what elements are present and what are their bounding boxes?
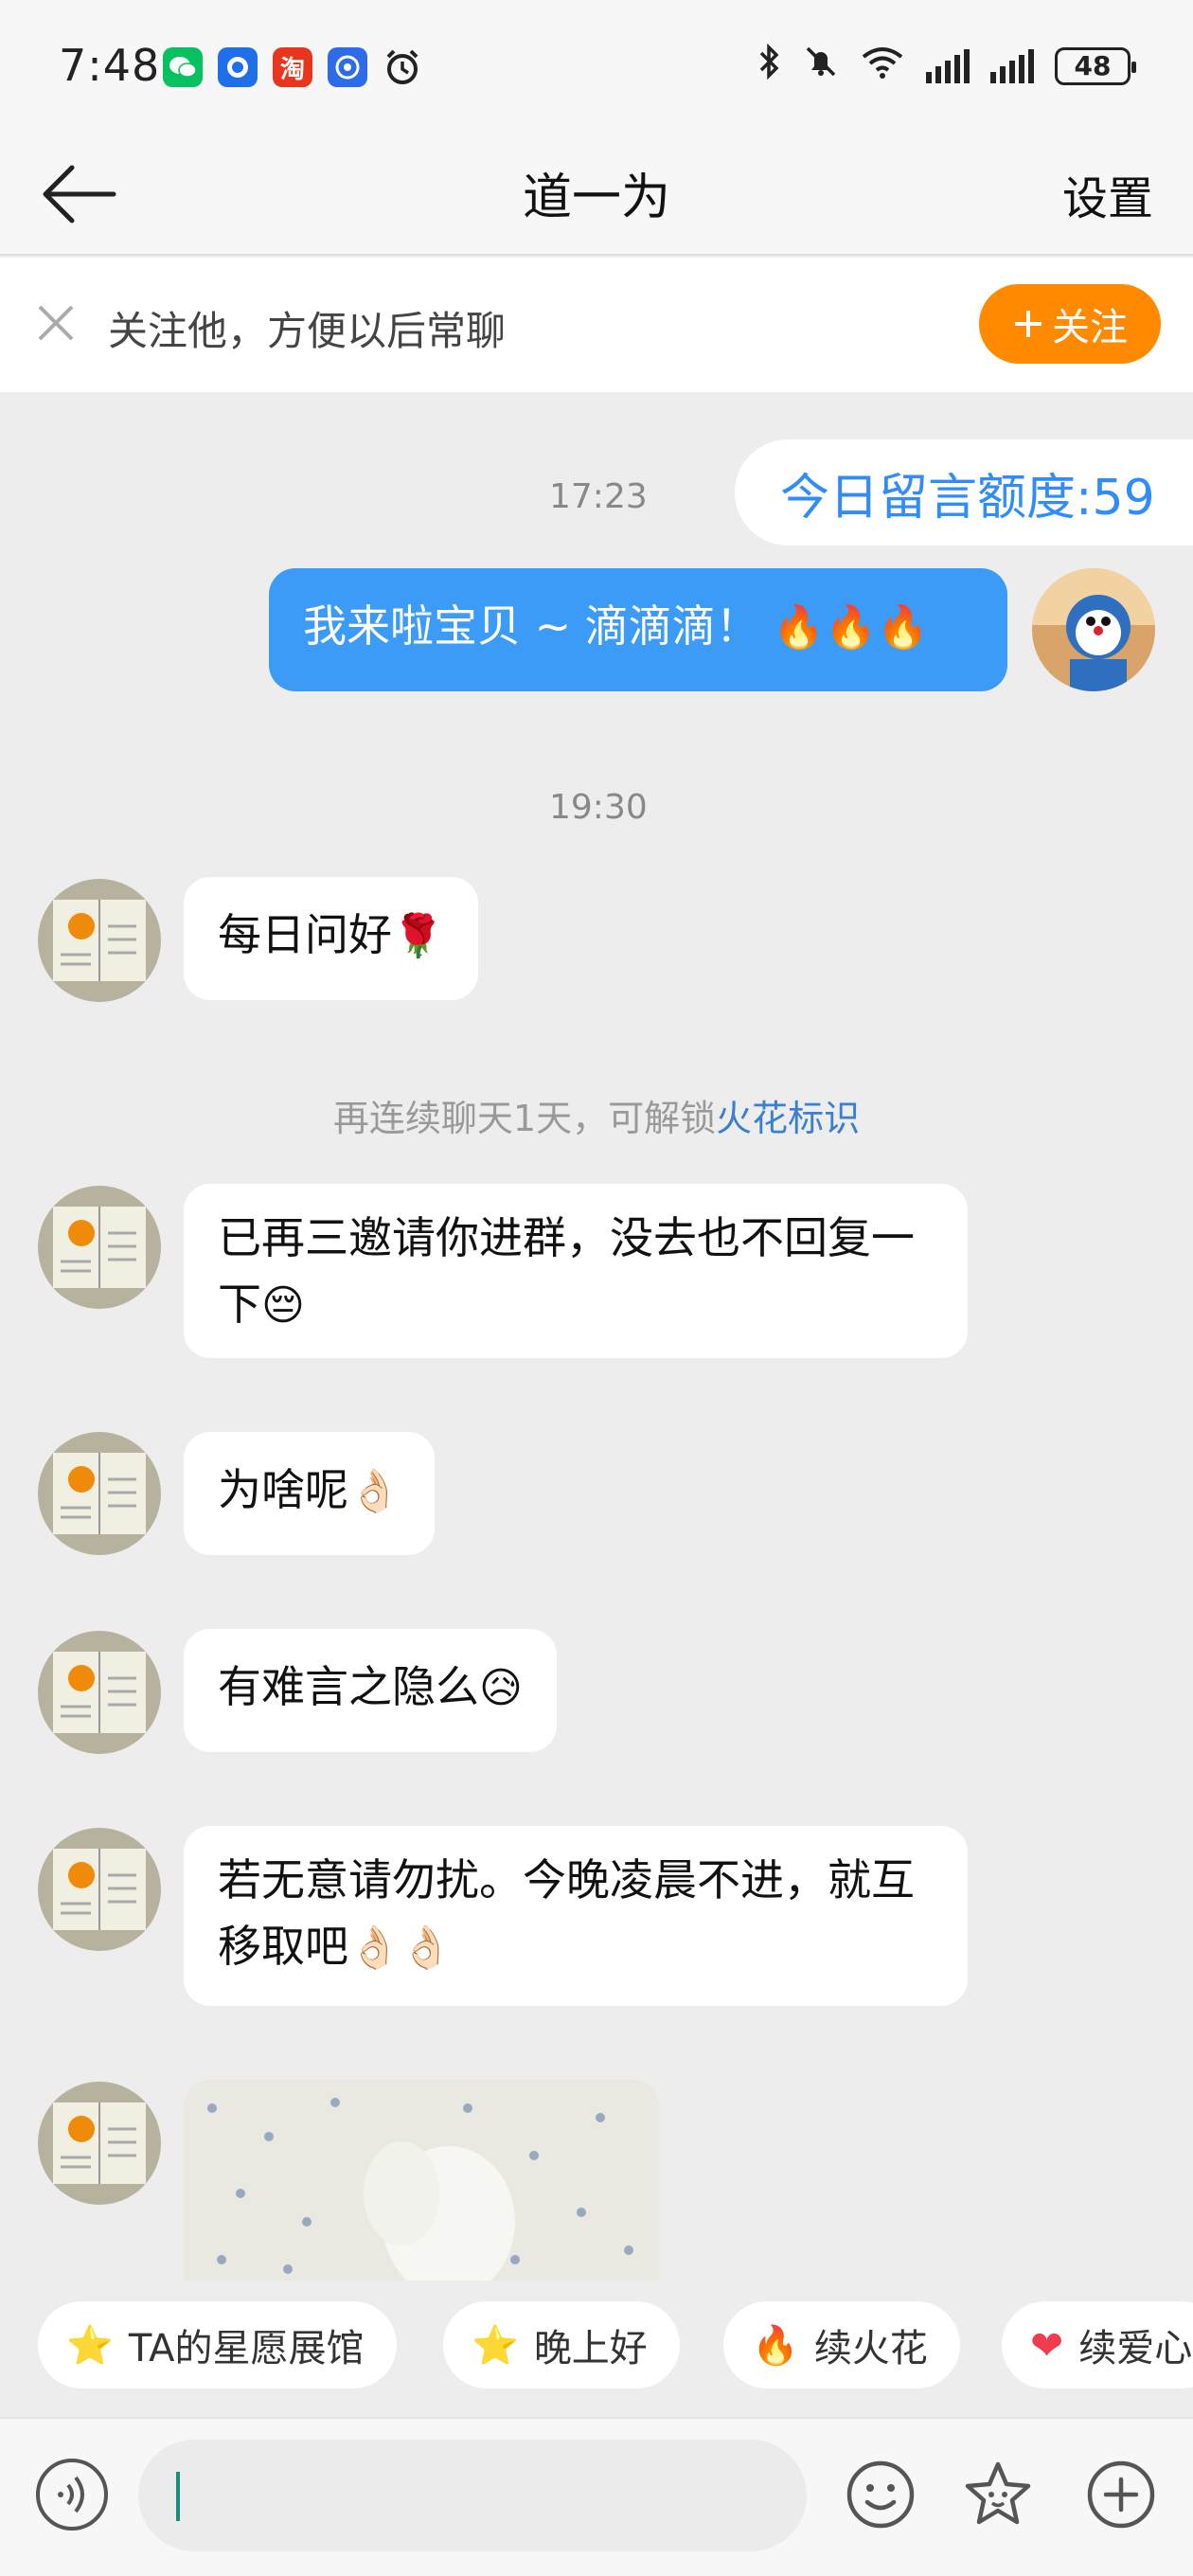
incoming-message-bubble[interactable]: 若无意请勿扰。今晚凌晨不进，就互移取吧👌🏻👌🏻 [184,1826,968,2006]
wifi-icon [860,44,905,88]
follow-button[interactable]: 关注 [979,284,1161,364]
quick-reply-chip[interactable]: ⭐ TA的星愿展馆 [38,2301,397,2388]
follow-button-label: 关注 [1052,306,1128,349]
page-title: 道一为 [522,170,670,226]
my-message-bubble[interactable]: 我来啦宝贝 ~ 滴滴滴！ 🔥🔥🔥 [269,568,1007,691]
quick-reply-label: TA的星愿展馆 [128,2327,365,2370]
ok-hand-emoji: 👌🏻👌🏻 [348,1923,453,1972]
message-text: 为啥呢 [218,1464,348,1515]
rose-emoji: 🌹 [392,912,444,960]
plus-icon [1015,311,1042,337]
contact-avatar[interactable] [38,879,161,1002]
contact-avatar[interactable] [38,1186,161,1309]
settings-button[interactable]: 设置 [1062,161,1153,227]
star-face-icon: ⭐ [66,2323,114,2368]
contact-avatar[interactable] [38,1631,161,1754]
voice-wave-icon [58,2476,84,2513]
follow-banner: 关注他，方便以后常聊 关注 [0,258,1193,392]
fire-icon: 🔥 [752,2323,799,2368]
notification-icons: 淘 [163,47,422,87]
text-caret [176,2472,180,2521]
star-face-icon: ⭐ [472,2323,519,2368]
quick-reply-label: 续火花 [813,2327,928,2370]
message-text: 我来啦宝贝 ~ 滴滴滴！ [303,600,759,652]
voice-button[interactable] [36,2459,108,2531]
app-shield-icon [328,47,367,87]
spark-badge-link[interactable]: 火花标识 [716,1098,860,1139]
signal-icon [926,48,970,83]
message-text: 若无意请勿扰。今晚凌晨不进，就互移取吧 [218,1854,915,1972]
message-text: 每日问好 [218,909,392,960]
contact-avatar[interactable] [38,2082,161,2205]
message-input-bar [0,2417,1193,2576]
system-notice: 再连续聊天1天，可解锁火花标识 [0,1089,1193,1141]
taobao-icon: 淘 [273,47,312,87]
plus-circle-icon[interactable] [1083,2457,1159,2532]
contact-avatar[interactable] [38,1432,161,1555]
nav-bar: 道一为 设置 [0,133,1193,256]
message-text: 有难言之隐么 [218,1661,479,1712]
message-quota-badge[interactable]: 今日留言额度:59 [735,439,1193,546]
alarm-icon [383,47,422,87]
incoming-message-bubble[interactable]: 为啥呢👌🏻 [184,1432,435,1555]
quick-reply-bar: ⭐ TA的星愿展馆 ⭐ 晚上好 🔥 续火花 ❤ 续爱心 [0,2301,1193,2406]
signal-icon [990,48,1034,83]
sticker-star-icon[interactable] [960,2457,1036,2532]
bluetooth-icon [757,43,782,88]
quick-reply-label: 续爱心 [1078,2327,1193,2370]
system-status: 48 [757,43,1136,88]
contact-avatar[interactable] [38,1828,161,1951]
emoji-icon[interactable] [843,2457,918,2532]
message-input[interactable] [138,2440,807,2551]
timestamp: 17:23 [549,477,648,516]
system-notice-text: 再连续聊天1天，可解锁 [332,1098,717,1139]
pensive-emoji: 😔 [261,1281,305,1330]
mute-bell-icon [803,44,839,88]
follow-prompt: 关注他，方便以后常聊 [108,308,507,354]
message-text: 已再三邀请你进群，没去也不回复一下 [218,1212,915,1330]
quick-reply-label: 晚上好 [533,2327,648,2370]
sad-emoji: 😥 [479,1664,523,1712]
quick-reply-chip[interactable]: ⭐ 晚上好 [443,2301,680,2388]
close-icon[interactable] [32,299,80,347]
quick-reply-chip[interactable]: 🔥 续火花 [723,2301,960,2388]
incoming-message-bubble[interactable]: 已再三邀请你进群，没去也不回复一下😔 [184,1184,968,1358]
image-message[interactable] [184,2080,659,2281]
battery-icon: 48 [1055,46,1136,85]
fish-app-icon [218,47,258,87]
incoming-message-bubble[interactable]: 每日问好🌹 [184,877,478,1000]
ok-hand-emoji: 👌🏻 [348,1467,401,1515]
quick-reply-chip[interactable]: ❤ 续爱心 [1002,2301,1193,2388]
status-time: 7:48 [59,40,161,91]
wechat-icon [163,47,203,87]
heart-icon: ❤ [1030,2321,1064,2369]
my-avatar[interactable] [1032,568,1155,691]
status-bar: 7:48 淘 48 [0,0,1193,133]
timestamp: 19:30 [549,788,648,827]
incoming-message-bubble[interactable]: 有难言之隐么😥 [184,1629,557,1752]
fire-emoji: 🔥🔥🔥 [773,603,929,652]
